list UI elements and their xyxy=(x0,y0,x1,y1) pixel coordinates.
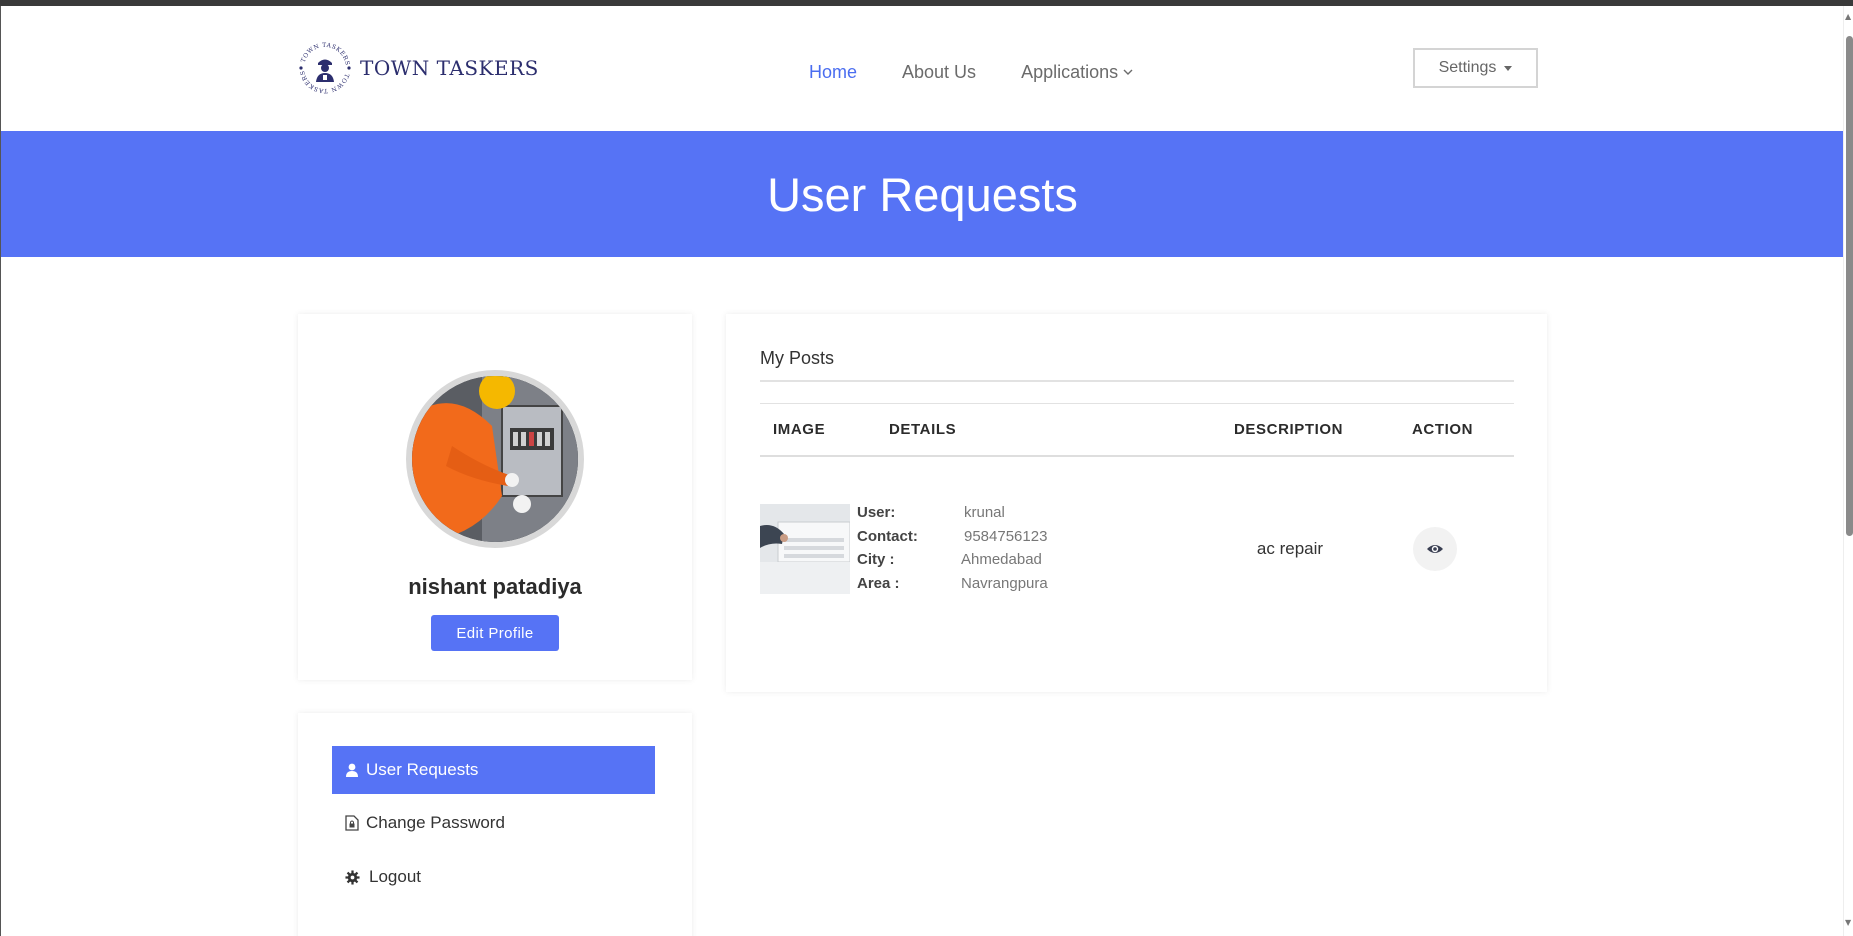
settings-label: Settings xyxy=(1438,59,1497,76)
menu-item-label: Change Password xyxy=(366,813,505,832)
detail-label: Area : xyxy=(857,575,900,592)
menu-item-user-requests[interactable]: User Requests xyxy=(332,746,655,794)
brand[interactable]: TOWN TASKERS TOWN TASKERS TOWN TASKERS xyxy=(296,38,539,98)
section-title: My Posts xyxy=(760,348,835,368)
my-posts-card: My Posts IMAGE DETAILS DESCRIPTION ACTIO… xyxy=(726,314,1547,692)
ac-unit-image xyxy=(760,504,850,594)
detail-value-contact: 9584756123 xyxy=(964,528,1048,545)
eye-icon xyxy=(1427,545,1443,553)
detail-label: User: xyxy=(857,504,896,521)
logo-emblem-icon: TOWN TASKERS TOWN TASKERS xyxy=(299,42,351,94)
column-header-description: DESCRIPTION xyxy=(1234,421,1344,438)
page-title: User Requests xyxy=(767,167,1078,221)
profile-name: nishant patadiya xyxy=(408,574,582,599)
detail-label: City : xyxy=(857,551,895,568)
user-icon xyxy=(343,763,361,777)
document-lock-icon xyxy=(343,815,361,831)
column-header-action: ACTION xyxy=(1412,421,1474,438)
browser-viewport: TOWN TASKERS TOWN TASKERS TOWN TASKERS H… xyxy=(0,6,1853,936)
detail-value-city: Ahmedabad xyxy=(961,551,1042,568)
brand-logo: TOWN TASKERS TOWN TASKERS xyxy=(296,38,354,98)
page-scrollbar[interactable]: ▲ ▼ xyxy=(1843,6,1853,936)
nav-about-link[interactable]: About Us xyxy=(902,62,976,83)
detail-value-user: krunal xyxy=(964,504,1005,521)
avatar-electrician-image xyxy=(412,376,578,542)
edit-profile-button[interactable]: Edit Profile xyxy=(431,615,559,651)
post-description: ac repair xyxy=(1256,539,1324,558)
menu-item-label: User Requests xyxy=(366,760,479,779)
detail-value-area: Navrangpura xyxy=(961,575,1048,592)
scroll-up-icon[interactable]: ▲ xyxy=(1845,12,1851,21)
gear-icon xyxy=(343,869,361,885)
post-image xyxy=(760,504,850,594)
caret-down-icon xyxy=(1504,65,1513,71)
menu-item-label: Logout xyxy=(369,867,421,886)
scroll-down-icon[interactable]: ▼ xyxy=(1845,918,1851,927)
nav-home-link[interactable]: Home xyxy=(809,62,857,83)
column-header-details: DETAILS xyxy=(889,421,957,438)
menu-item-change-password[interactable]: Change Password xyxy=(332,799,655,847)
nav-applications-label: Applications xyxy=(1021,62,1119,82)
table-header: IMAGE DETAILS DESCRIPTION ACTION xyxy=(760,403,1514,457)
divider xyxy=(760,380,1514,382)
account-menu-card: User Requests Change Password Logout xyxy=(298,713,692,936)
brand-name: TOWN TASKERS xyxy=(360,56,539,80)
view-post-button[interactable] xyxy=(1413,527,1457,571)
scrollbar-thumb[interactable] xyxy=(1846,36,1853,536)
main-nav: Home About Us Applications xyxy=(809,62,1178,83)
top-navbar: TOWN TASKERS TOWN TASKERS TOWN TASKERS H… xyxy=(1,6,1844,131)
page-banner: User Requests xyxy=(1,131,1844,257)
menu-item-logout[interactable]: Logout xyxy=(332,853,655,901)
settings-dropdown-button[interactable]: Settings xyxy=(1413,48,1538,88)
chevron-down-icon xyxy=(1123,69,1133,75)
avatar xyxy=(406,370,584,548)
column-header-image: IMAGE xyxy=(773,421,826,438)
detail-label: Contact: xyxy=(857,528,918,545)
nav-applications-dropdown[interactable]: Applications xyxy=(1021,62,1133,83)
profile-card: nishant patadiya Edit Profile xyxy=(298,314,692,680)
